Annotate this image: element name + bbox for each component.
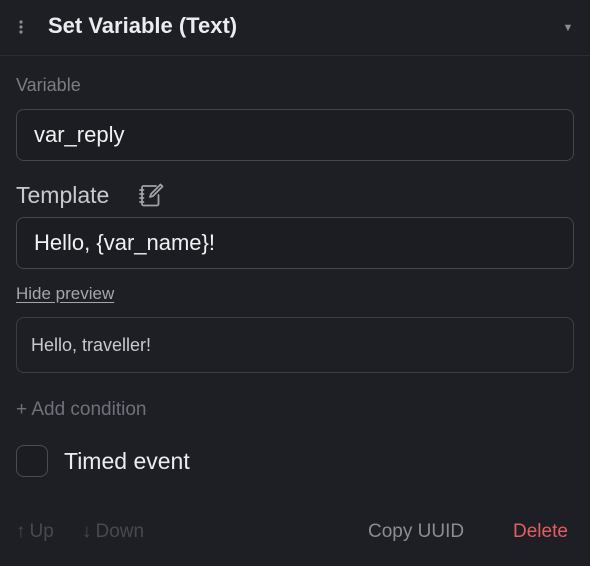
- template-preview-text: Hello, traveller!: [31, 334, 152, 355]
- panel-header: Set Variable (Text) ▼: [0, 0, 590, 56]
- variable-label: Variable: [16, 75, 81, 95]
- variable-input-value: var_reply: [34, 122, 125, 147]
- move-down-button[interactable]: ↓ Down: [82, 519, 144, 545]
- delete-button[interactable]: Delete: [513, 519, 568, 545]
- move-up-button[interactable]: ↑ Up: [16, 519, 54, 545]
- move-down-label: Down: [95, 521, 145, 542]
- timed-event-checkbox[interactable]: [16, 445, 48, 477]
- variable-input[interactable]: var_reply: [16, 109, 574, 161]
- panel-title: Set Variable (Text): [48, 13, 238, 38]
- set-variable-panel: Set Variable (Text) ▼ Variable var_reply…: [0, 0, 590, 566]
- template-input[interactable]: Hello, {var_name}!: [16, 217, 574, 269]
- template-preview: Hello, traveller!: [16, 317, 574, 373]
- hide-preview-link[interactable]: Hide preview: [16, 282, 114, 306]
- move-up-label: Up: [29, 521, 54, 542]
- add-condition-button[interactable]: + Add condition: [16, 397, 146, 423]
- chevron-down-icon[interactable]: ▼: [560, 18, 576, 38]
- arrow-down-icon: ↓: [82, 521, 92, 542]
- edit-note-icon[interactable]: [137, 181, 165, 209]
- copy-uuid-button[interactable]: Copy UUID: [368, 519, 464, 545]
- drag-handle-icon[interactable]: [16, 18, 26, 36]
- arrow-up-icon: ↑: [16, 521, 26, 542]
- template-label: Template: [16, 182, 110, 208]
- template-input-value: Hello, {var_name}!: [34, 230, 215, 255]
- timed-event-label[interactable]: Timed event: [64, 446, 190, 476]
